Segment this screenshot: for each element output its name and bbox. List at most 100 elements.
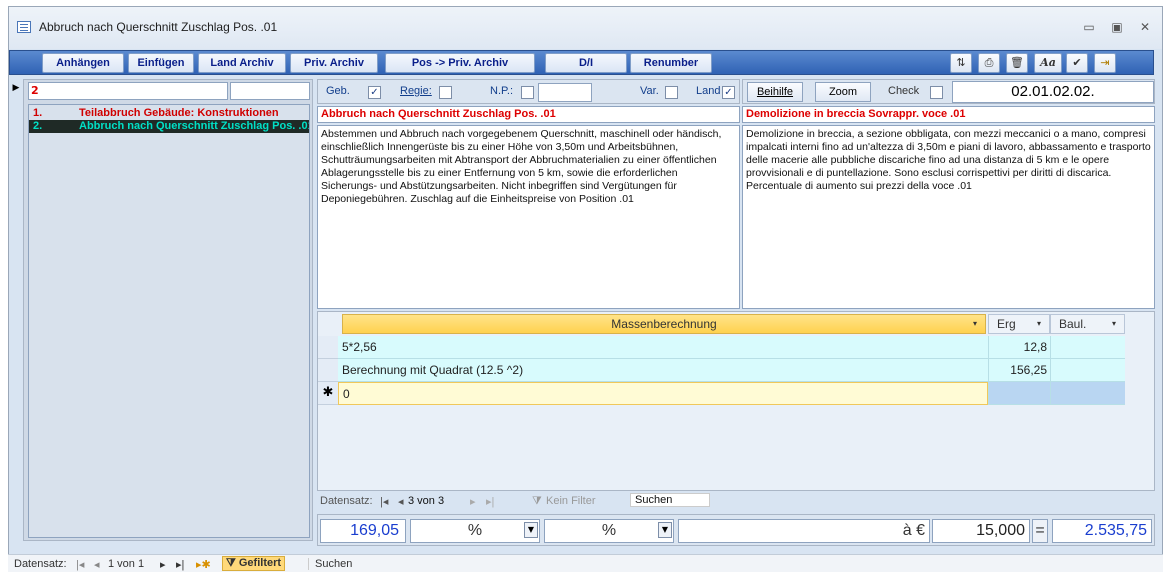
price-label: à € [678, 519, 930, 543]
german-title[interactable]: Abbruch nach Querschnitt Zuschlag Pos. .… [317, 106, 740, 123]
first-record-icon[interactable]: |◂ [76, 558, 84, 571]
np-checkbox[interactable] [521, 86, 534, 99]
pos-to-priv-archiv-button[interactable]: Pos -> Priv. Archiv [385, 53, 535, 73]
table-row-baul[interactable] [1050, 336, 1125, 359]
new-row-input[interactable]: 0 [338, 382, 988, 405]
col-massenberechnung[interactable]: Massenberechnung ▾ [342, 314, 986, 334]
filter-icon: ⧩ [226, 557, 239, 569]
var-label: Var. [640, 85, 659, 97]
first-record-icon[interactable]: |◂ [380, 495, 388, 508]
list-item-number: 2. [33, 120, 43, 132]
chevron-down-icon[interactable]: ▼ [658, 522, 672, 538]
list-item-label: Teilabbruch Gebäude: Konstruktionen [79, 107, 279, 119]
land-label: Land [696, 85, 721, 97]
row-selector[interactable] [318, 336, 338, 359]
zoom-button[interactable]: Zoom [815, 82, 871, 102]
percent1-select[interactable]: % [410, 519, 540, 543]
chevron-down-icon[interactable]: ▾ [1112, 315, 1116, 333]
new-row-marker[interactable]: ✱ [318, 382, 338, 405]
filter-icon[interactable]: ⧩ [532, 495, 542, 508]
prev-record-icon[interactable]: ◂ [94, 558, 100, 571]
new-row-erg[interactable] [988, 382, 1050, 405]
print-icon[interactable]: ⎙ [978, 53, 1000, 73]
di-button[interactable]: D/I [545, 53, 627, 73]
italian-title[interactable]: Demolizione in breccia Sovrappr. voce .0… [742, 106, 1155, 123]
total-field[interactable]: 2.535,75 [1052, 519, 1152, 543]
search-input[interactable]: Suchen [630, 493, 710, 507]
land-archiv-button[interactable]: Land Archiv [198, 53, 286, 73]
position-code-field[interactable]: 02.01.02.02. [952, 81, 1154, 103]
position-list-panel: 2 1. Teilabbruch Gebäude: Konstruktionen … [23, 79, 313, 541]
delete-icon[interactable]: 🗑 [1006, 53, 1028, 73]
grid-record-navigator: Datensatz: |◂ ◂ 3 von 3 ▸ ▸| ⧩ Kein Filt… [320, 492, 735, 512]
sum-field[interactable]: 169,05 [320, 519, 406, 543]
close-button[interactable]: ✕ [1134, 19, 1156, 35]
table-row-baul[interactable] [1050, 359, 1125, 382]
check-checkbox[interactable] [930, 86, 943, 99]
new-record-icon[interactable]: ▸✱ [196, 558, 211, 571]
title-bar: Abbruch nach Querschnitt Zuschlag Pos. .… [9, 7, 1162, 49]
window-title: Abbruch nach Querschnitt Zuschlag Pos. .… [39, 20, 278, 34]
search-input[interactable]: Suchen [308, 558, 418, 570]
exit-icon[interactable]: ⇥ [1094, 53, 1116, 73]
maximize-button[interactable]: ▣ [1106, 19, 1128, 35]
position-filter-field[interactable] [230, 82, 310, 100]
record-selector-icon[interactable]: ▶ [9, 79, 23, 97]
percent2-select[interactable]: % [544, 519, 674, 543]
font-icon[interactable]: Aa [1034, 53, 1062, 73]
table-row-erg[interactable]: 12,8 [988, 336, 1050, 359]
geb-checkbox[interactable]: ✓ [368, 86, 381, 99]
filter-status[interactable]: Kein Filter [546, 495, 596, 507]
last-record-icon[interactable]: ▸| [486, 495, 494, 508]
nav-label: Datensatz: [320, 495, 373, 507]
new-row-baul[interactable] [1050, 382, 1125, 405]
col-baul-label: Baul. [1059, 317, 1087, 331]
sort-icon[interactable]: ⇅ [950, 53, 972, 73]
next-record-icon[interactable]: ▸ [160, 558, 166, 571]
mass-calculation-grid: Massenberechnung ▾ Erg ▾ Baul. ▾ 5*2,56 … [317, 311, 1155, 491]
var-checkbox[interactable] [665, 86, 678, 99]
form-record-navigator: Datensatz: |◂ ◂ 1 von 1 ▸ ▸| ▸✱ ⧩ Gefilt… [8, 554, 1163, 572]
german-description[interactable]: Abstemmen und Abbruch nach vorgegebenem … [317, 125, 740, 309]
chevron-down-icon[interactable]: ▼ [524, 522, 538, 538]
table-row-formula[interactable]: 5*2,56 [338, 336, 988, 359]
italian-description[interactable]: Demolizione in breccia, a sezione obblig… [742, 125, 1155, 309]
chevron-down-icon[interactable]: ▾ [1037, 315, 1041, 333]
list-item-label: Abbruch nach Querschnitt Zuschlag Pos. .… [79, 120, 310, 132]
einfuegen-button[interactable]: Einfügen [128, 53, 194, 73]
prev-record-icon[interactable]: ◂ [398, 495, 404, 508]
renumber-button[interactable]: Renumber [630, 53, 712, 73]
np-label: N.P.: [490, 85, 514, 97]
next-record-icon[interactable]: ▸ [470, 495, 476, 508]
record-position[interactable]: 1 von 1 [108, 558, 144, 570]
minimize-button[interactable]: ▭ [1078, 19, 1100, 35]
col-baul[interactable]: Baul. ▾ [1050, 314, 1125, 334]
land-checkbox[interactable]: ✓ [722, 86, 735, 99]
regie-label: Regie: [400, 85, 432, 97]
record-position[interactable]: 3 von 3 [408, 495, 444, 507]
table-row-erg[interactable]: 156,25 [988, 359, 1050, 382]
list-item-selected[interactable]: 2. Abbruch nach Querschnitt Zuschlag Pos.… [29, 120, 310, 133]
table-row-formula[interactable]: Berechnung mit Quadrat (12.5 ^2) [338, 359, 988, 382]
last-record-icon[interactable]: ▸| [176, 558, 184, 571]
priv-archiv-button[interactable]: Priv. Archiv [290, 53, 378, 73]
row-selector[interactable] [318, 359, 338, 382]
position-number-field[interactable]: 2 [28, 82, 228, 100]
unit-price-field[interactable]: 15,000 [932, 519, 1030, 543]
list-item-number: 1. [33, 107, 43, 119]
filter-toggle[interactable]: ⧩ Gefiltert [222, 556, 286, 571]
position-list: 1. Teilabbruch Gebäude: Konstruktionen 2.… [28, 104, 310, 538]
check-icon[interactable]: ✔ [1066, 53, 1088, 73]
geb-label: Geb. [326, 85, 350, 97]
regie-checkbox[interactable] [439, 86, 452, 99]
check-label: Check [888, 85, 920, 97]
np-field[interactable] [538, 83, 592, 102]
list-item[interactable]: 1. Teilabbruch Gebäude: Konstruktionen [29, 107, 309, 120]
anhaengen-button[interactable]: Anhängen [42, 53, 124, 73]
form-icon [17, 21, 31, 33]
equals-sign: = [1032, 519, 1048, 543]
beihilfe-button[interactable]: Beihilfe [747, 82, 803, 102]
col-erg[interactable]: Erg ▾ [988, 314, 1050, 334]
filter-status: Gefiltert [238, 557, 282, 569]
chevron-down-icon[interactable]: ▾ [973, 315, 977, 333]
